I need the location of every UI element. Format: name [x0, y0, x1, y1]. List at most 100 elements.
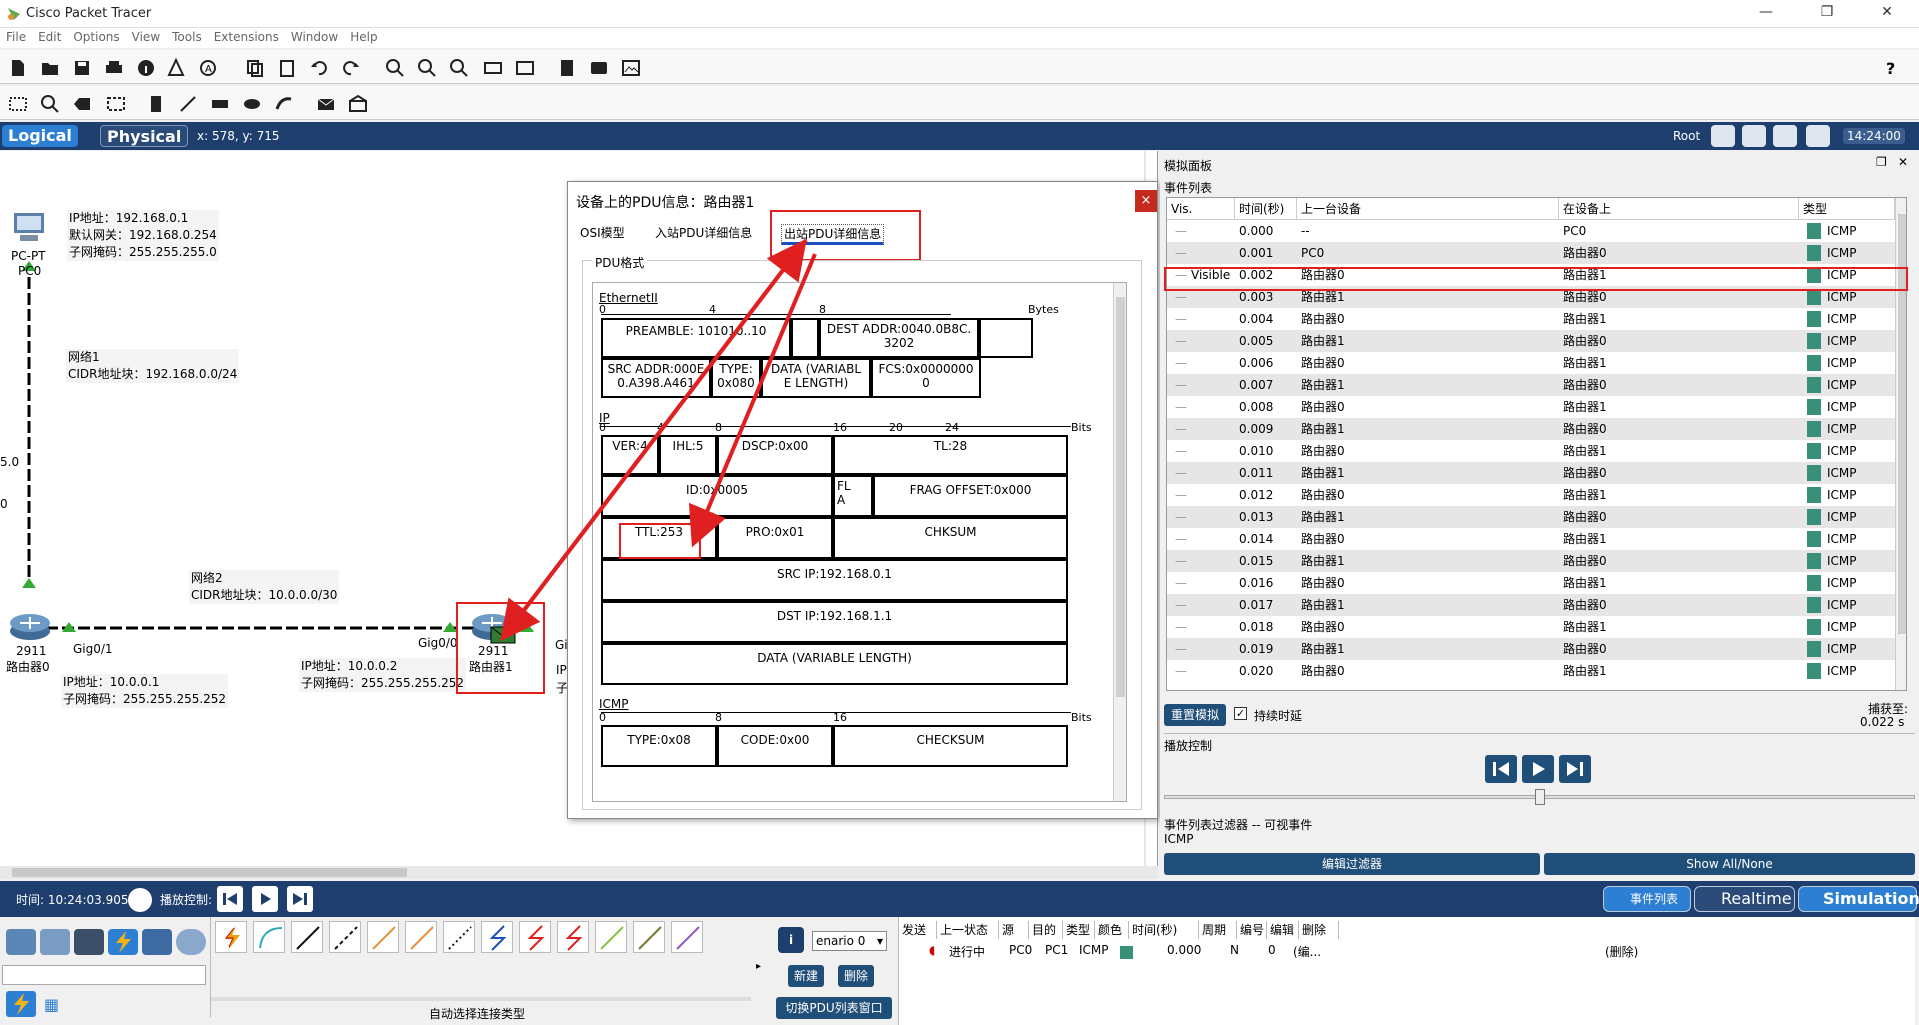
auto-connection-icon[interactable]: [215, 921, 247, 953]
wireless-icon[interactable]: [671, 921, 703, 953]
menu-extensions[interactable]: Extensions: [208, 28, 285, 46]
pdu-col-header[interactable]: 源: [999, 921, 1029, 939]
zoom-out-icon[interactable]: [447, 56, 469, 78]
resize-icon[interactable]: [104, 92, 126, 114]
image-icon[interactable]: [619, 56, 641, 78]
move-icon[interactable]: [1773, 125, 1797, 147]
info-icon[interactable]: [134, 56, 156, 78]
event-row[interactable]: — 0.001 PC0 路由器0 ICMP: [1167, 242, 1906, 264]
pdu-fire-icon[interactable]: ◖: [929, 943, 935, 957]
fiber-icon[interactable]: [367, 921, 399, 953]
event-row[interactable]: — 0.018 路由器0 路由器1 ICMP: [1167, 616, 1906, 638]
components-icon[interactable]: [74, 929, 104, 955]
menu-view[interactable]: View: [126, 28, 166, 46]
event-row[interactable]: — 0.008 路由器0 路由器1 ICMP: [1167, 396, 1906, 418]
add-complex-pdu-icon[interactable]: [346, 92, 368, 114]
router0-icon[interactable]: [8, 613, 52, 641]
pdu-col-header[interactable]: 发送: [899, 921, 937, 939]
copy-icon[interactable]: [243, 56, 265, 78]
close-panel-icon[interactable]: ✕: [1898, 155, 1908, 169]
freeform-icon[interactable]: [272, 92, 294, 114]
menu-help[interactable]: Help: [344, 28, 383, 46]
bottom-step-forward-icon[interactable]: [287, 886, 313, 912]
crossover-icon[interactable]: [329, 921, 361, 953]
col-at-device[interactable]: 在设备上: [1559, 198, 1799, 220]
physical-tab[interactable]: Physical: [100, 125, 189, 147]
zoom-in-icon[interactable]: [383, 56, 405, 78]
event-row[interactable]: — 0.016 路由器0 路由器1 ICMP: [1167, 572, 1906, 594]
open-folder-icon[interactable]: [38, 56, 60, 78]
scenario-select[interactable]: enario 0 ▾: [812, 931, 887, 951]
tab-inbound-pdu[interactable]: 入站PDU详细信息: [655, 224, 752, 241]
event-row[interactable]: — 0.004 路由器0 路由器1 ICMP: [1167, 308, 1906, 330]
network-info-icon[interactable]: A: [196, 56, 218, 78]
event-row[interactable]: — 0.000 -- PC0 ICMP: [1167, 220, 1906, 242]
multiuser-icon[interactable]: [176, 929, 206, 955]
event-row[interactable]: — 0.005 路由器1 路由器0 ICMP: [1167, 330, 1906, 352]
connections-icon[interactable]: [108, 929, 138, 955]
pdu-col-header[interactable]: 周期: [1199, 921, 1237, 939]
menu-window[interactable]: Window: [285, 28, 344, 46]
pdu-col-header[interactable]: 类型: [1063, 921, 1095, 939]
ip-flags-field[interactable]: FL A: [833, 475, 873, 517]
usb-icon[interactable]: [633, 921, 665, 953]
save-icon[interactable]: [70, 56, 92, 78]
bottom-play-icon[interactable]: [252, 886, 278, 912]
pdu-col-header[interactable]: 颜色: [1095, 921, 1129, 939]
new-file-icon[interactable]: [6, 56, 28, 78]
back-icon[interactable]: [1711, 125, 1735, 147]
dialog-close-button[interactable]: ×: [1135, 190, 1157, 212]
maximize-button[interactable]: ❐: [1812, 4, 1842, 24]
event-row[interactable]: — 0.014 路由器0 路由器1 ICMP: [1167, 528, 1906, 550]
delete-icon[interactable]: [70, 92, 92, 114]
event-row[interactable]: — 0.010 路由器0 路由器1 ICMP: [1167, 440, 1906, 462]
show-all-none-button[interactable]: Show All/None: [1544, 853, 1915, 875]
place-note-icon[interactable]: [144, 92, 166, 114]
logical-tab[interactable]: Logical: [2, 125, 78, 147]
grid-icon[interactable]: ▦: [44, 995, 59, 1014]
continuous-delay-checkbox[interactable]: ✓: [1234, 707, 1247, 720]
event-row[interactable]: — 0.013 路由器1 路由器0 ICMP: [1167, 506, 1906, 528]
delete-scenario-button[interactable]: 删除: [838, 965, 874, 987]
splitter-arrow[interactable]: ▸: [756, 917, 764, 1017]
phone-icon[interactable]: [405, 921, 437, 953]
col-vis[interactable]: Vis.: [1167, 198, 1235, 220]
redo-icon[interactable]: [339, 56, 361, 78]
event-row[interactable]: — 0.015 路由器1 路由器0 ICMP: [1167, 550, 1906, 572]
event-row[interactable]: — 0.012 路由器0 路由器1 ICMP: [1167, 484, 1906, 506]
misc-icon[interactable]: [142, 929, 172, 955]
reset-simulation-button[interactable]: 重置模拟: [1164, 704, 1226, 726]
event-row[interactable]: — 0.017 路由器1 路由器0 ICMP: [1167, 594, 1906, 616]
network-devices-icon[interactable]: [6, 929, 36, 955]
device-search-box[interactable]: [2, 965, 206, 985]
col-type[interactable]: 类型: [1799, 198, 1895, 220]
scenario-info-icon[interactable]: i: [778, 927, 804, 953]
help-icon[interactable]: ?: [1880, 56, 1902, 78]
pc-icon[interactable]: [10, 211, 48, 247]
paste-icon[interactable]: [275, 56, 297, 78]
end-devices-icon[interactable]: [40, 929, 70, 955]
serial-dce-icon[interactable]: [481, 921, 513, 953]
play-button[interactable]: [1522, 755, 1554, 783]
event-row[interactable]: — 0.009 路由器1 路由器0 ICMP: [1167, 418, 1906, 440]
minimize-button[interactable]: —: [1751, 4, 1781, 24]
notes-icon[interactable]: [555, 56, 577, 78]
select-icon[interactable]: [6, 92, 28, 114]
palette-scrollbar[interactable]: [211, 997, 751, 1001]
step-forward-button[interactable]: [1559, 755, 1591, 783]
realtime-mode-tab[interactable]: Realtime: [1694, 886, 1795, 912]
network-icon[interactable]: [587, 56, 609, 78]
drawing-palette-icon[interactable]: [481, 56, 503, 78]
print-icon[interactable]: [102, 56, 124, 78]
add-simple-pdu-icon[interactable]: [314, 92, 336, 114]
pdu-col-header[interactable]: 删除: [1299, 921, 1339, 939]
undock-icon[interactable]: ❐: [1876, 155, 1887, 169]
pdu-delete[interactable]: (删除): [1605, 943, 1638, 960]
event-list-toggle[interactable]: 事件列表: [1603, 886, 1691, 912]
event-row[interactable]: — 0.007 路由器1 路由器0 ICMP: [1167, 374, 1906, 396]
menu-options[interactable]: Options: [67, 28, 125, 46]
pdu-scrollbar[interactable]: [1113, 283, 1126, 801]
wizard-icon[interactable]: [164, 56, 186, 78]
toggle-pdu-list-button[interactable]: 切换PDU列表窗口: [776, 997, 892, 1019]
background-icon[interactable]: [1806, 125, 1830, 147]
